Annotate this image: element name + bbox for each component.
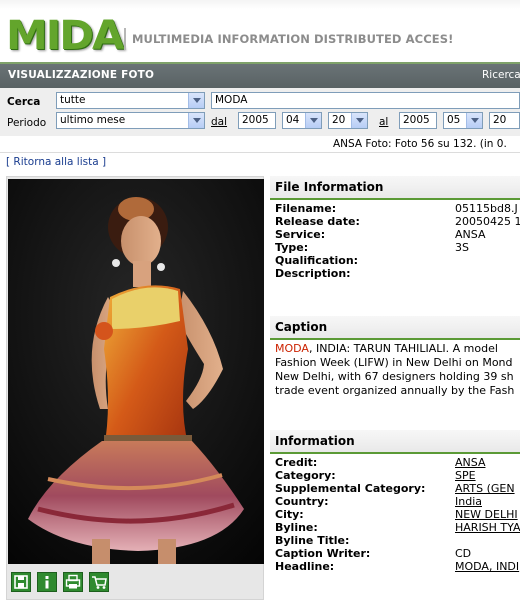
save-icon (14, 575, 28, 589)
info-icon (45, 576, 49, 589)
caption-writer-label: Caption Writer: (275, 547, 371, 560)
title-bar: VISUALIZZAZIONE FOTO Ricerca (0, 62, 520, 88)
query-value: MODA (215, 94, 248, 106)
headline-label: Headline: (275, 560, 335, 573)
dal-month-select[interactable]: 04 (282, 112, 322, 129)
chevron-down-icon (351, 113, 367, 128)
category-label: Category: (275, 469, 336, 482)
release-date-value: 20050425 1 (455, 215, 520, 228)
mida-logo[interactable]: MIDA (6, 14, 124, 58)
cerca-select-value: tutte (60, 94, 86, 106)
service-label: Service: (275, 228, 326, 241)
search-form: Cerca tutte MODA Periodo ultimo mese dal… (0, 88, 520, 136)
save-button[interactable] (11, 572, 31, 592)
cerca-select[interactable]: tutte (56, 92, 205, 109)
al-day-value: 20 (493, 114, 507, 126)
query-input[interactable]: MODA (211, 92, 520, 109)
type-label: Type: (275, 241, 309, 254)
periodo-select-value: ultimo mese (60, 114, 126, 126)
caption-line-1-rest: , INDIA: TARUN TAHILIALI. A model (308, 342, 498, 355)
print-icon (65, 574, 81, 589)
ricerca-link[interactable]: Ricerca (482, 69, 520, 81)
country-link[interactable]: India (455, 495, 520, 508)
caption-line-4: trade event organized annually by the Fa… (275, 384, 515, 397)
al-link[interactable]: al (379, 116, 388, 128)
cart-button[interactable] (89, 572, 109, 592)
result-status: ANSA Foto: Foto 56 su 132. (in 0. (0, 136, 520, 153)
category-link[interactable]: SPE (455, 469, 520, 482)
byline-title-label: Byline Title: (275, 534, 350, 547)
byline-label: Byline: (275, 521, 318, 534)
caption-highlight: MODA (275, 342, 309, 355)
photo-panel (6, 176, 264, 600)
back-to-list-link[interactable]: [ Ritorna alla lista ] (6, 156, 106, 168)
dal-year-value: 2005 (242, 114, 269, 126)
print-button[interactable] (63, 572, 83, 592)
service-value: ANSA (455, 228, 486, 241)
page-title: VISUALIZZAZIONE FOTO (8, 69, 155, 81)
chevron-down-icon (188, 93, 204, 108)
fashion-photo[interactable] (8, 179, 264, 564)
al-day-select[interactable]: 20 (489, 112, 520, 129)
supplemental-category-link[interactable]: ARTS (GEN (455, 482, 520, 495)
caption-line-1: MODA, INDIA: TARUN TAHILIALI. A model (275, 342, 520, 356)
caption-writer-value: CD (455, 547, 472, 560)
dal-day-select[interactable]: 20 (328, 112, 368, 129)
credit-label: Credit: (275, 456, 318, 469)
logo-divider (124, 28, 126, 50)
filename-label: Filename: (275, 202, 337, 215)
caption-text: MODA, INDIA: TARUN TAHILIALI. A model Fa… (275, 342, 520, 398)
dal-year-input[interactable]: 2005 (238, 112, 276, 129)
qualification-label: Qualification: (275, 254, 359, 267)
al-year-value: 2005 (403, 114, 430, 126)
chevron-down-icon (466, 113, 482, 128)
chevron-down-icon (305, 113, 321, 128)
periodo-select[interactable]: ultimo mese (56, 112, 205, 129)
info-button[interactable] (37, 572, 57, 592)
chevron-down-icon (188, 113, 204, 128)
dal-day-value: 20 (332, 114, 346, 126)
cerca-label: Cerca (7, 96, 41, 108)
information-header: Information (270, 430, 520, 454)
caption-title: Caption (275, 320, 328, 334)
file-info-header: File Information (270, 176, 520, 200)
type-value: 3S (455, 241, 469, 254)
byline-link[interactable]: HARISH TYA (455, 521, 520, 534)
tagline: MULTIMEDIA INFORMATION DISTRIBUTED ACCES… (132, 32, 454, 46)
al-year-input[interactable]: 2005 (399, 112, 437, 129)
file-info-title: File Information (275, 180, 384, 194)
result-status-text: ANSA Foto: Foto 56 su 132. (in 0. (333, 138, 507, 150)
supplemental-category-label: Supplemental Category: (275, 482, 426, 495)
periodo-label: Periodo (7, 117, 47, 129)
header-topline (0, 0, 520, 9)
al-month-value: 05 (447, 114, 461, 126)
credit-link[interactable]: ANSA (455, 456, 520, 469)
release-date-label: Release date: (275, 215, 360, 228)
dal-link[interactable]: dal (211, 116, 227, 128)
city-label: City: (275, 508, 304, 521)
caption-line-2: Fashion Week (LIFW) in New Delhi on Mond (275, 356, 513, 369)
cart-icon (92, 576, 107, 589)
city-link[interactable]: NEW DELHI (455, 508, 520, 521)
header: MIDA MULTIMEDIA INFORMATION DISTRIBUTED … (0, 0, 520, 62)
dal-month-value: 04 (286, 114, 300, 126)
fashion-photo-image (8, 179, 264, 564)
filename-value: 05115bd8.J (455, 202, 518, 215)
country-label: Country: (275, 495, 329, 508)
caption-line-3: New Delhi, with 67 designers holding 39 … (275, 370, 514, 383)
headline-link[interactable]: MODA, INDI (455, 560, 520, 573)
information-title: Information (275, 434, 355, 448)
caption-header: Caption (270, 316, 520, 340)
al-month-select[interactable]: 05 (443, 112, 483, 129)
description-label: Description: (275, 267, 351, 280)
